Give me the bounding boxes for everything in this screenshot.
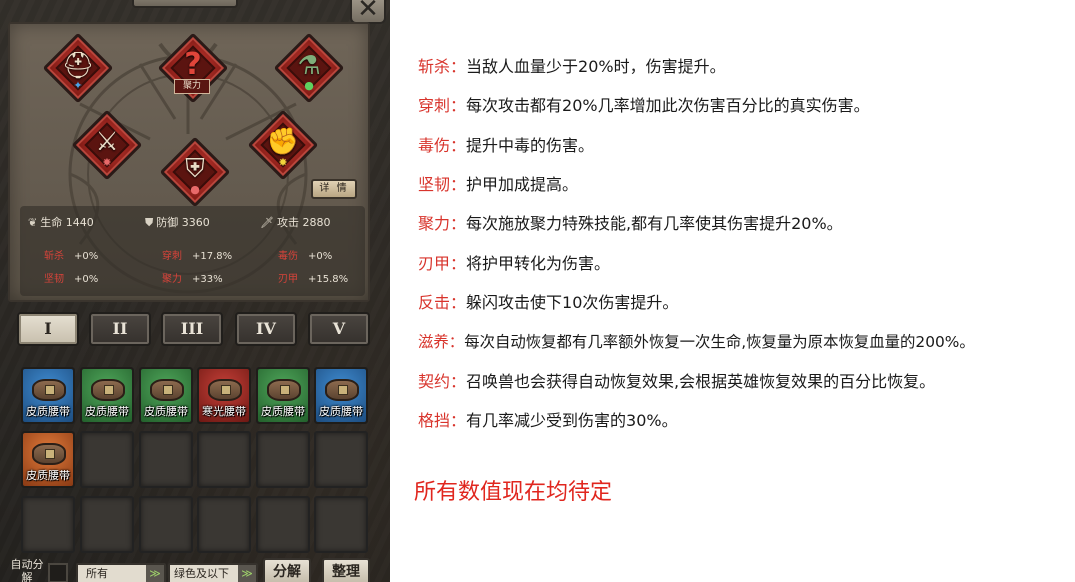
desc-line-counter: 反击：躲闪攻击使下10次伤害提升。 — [418, 293, 679, 312]
inventory-item[interactable]: 皮质腰带 — [256, 367, 310, 424]
inventory-slot[interactable] — [80, 496, 134, 553]
green-drop-icon: ● — [304, 79, 314, 92]
window-title-tab — [132, 0, 238, 8]
tier-tab-2[interactable]: II — [89, 312, 151, 346]
game-panel: ✕ ⛑ ✦ ? 聚力 ⚗ ● ⚔ ✸ ✊ ✸ ⛨ ● 详 情 ❦生命 1440 — [0, 0, 390, 582]
sub-stat-execute: 斩杀 +0% — [44, 251, 99, 262]
filter-quality-dropdown[interactable]: 绿色及以下 ≫ — [168, 563, 258, 582]
sub-stat-toughness: 坚韧 +0% — [44, 274, 99, 285]
auto-decompose-checkbox[interactable] — [48, 563, 68, 582]
inventory-item[interactable]: 皮质腰带 — [139, 367, 193, 424]
inventory-slot[interactable] — [21, 496, 75, 553]
yellow-spark-icon: ✸ — [278, 156, 288, 169]
auto-decompose-label: 自动分解 — [10, 558, 44, 582]
tier-tab-3[interactable]: III — [161, 312, 223, 346]
inventory-slot[interactable] — [314, 431, 368, 488]
stats-panel: ❦ 生命 1440 ⛊ 防御 3360 🗡 攻击 2880 斩杀 +0% 穿刺 +17.8… — [20, 206, 365, 296]
belt-icon — [32, 443, 66, 465]
blue-gem-icon: ✦ — [73, 79, 83, 92]
belt-icon — [267, 379, 301, 401]
tier-tab-1[interactable]: I — [17, 312, 79, 346]
tier-tab-4[interactable]: IV — [235, 312, 297, 346]
inventory-slot[interactable] — [256, 496, 310, 553]
desc-line-contract: 契约：召唤兽也会获得自动恢复效果,会根据英雄恢复效果的百分比恢复。 — [418, 372, 936, 391]
notice-text: 所有数值现在均待定 — [414, 480, 613, 505]
stat-defense: ⛊ 防御 3360 — [145, 216, 210, 229]
desc-line-toughness: 坚韧：护甲加成提高。 — [418, 175, 579, 194]
red-spark-icon: ✸ — [102, 156, 112, 169]
inventory-item[interactable]: 皮质腰带 — [314, 367, 368, 424]
inventory-slot[interactable] — [139, 431, 193, 488]
details-button[interactable]: 详 情 — [311, 179, 357, 199]
desc-line-execute: 斩杀：当敌人血量少于20%时，伤害提升。 — [418, 57, 726, 76]
decompose-button[interactable]: 分解 — [263, 558, 311, 582]
desc-line-block: 格挡：有几率减少受到伤害的30%。 — [418, 411, 678, 430]
inventory-slot[interactable] — [80, 431, 134, 488]
close-icon: ✕ — [357, 0, 379, 24]
inventory-item[interactable]: 皮质腰带 — [80, 367, 134, 424]
desc-line-focus: 聚力：每次施放聚力特殊技能,都有几率使其伤害提升20%。 — [418, 214, 843, 233]
stat-attack: 🗡 攻击 2880 — [260, 216, 331, 229]
inventory-slot[interactable] — [139, 496, 193, 553]
sub-stat-blade-armor: 刃甲 +15.8% — [278, 274, 349, 285]
sort-button[interactable]: 整理 — [322, 558, 370, 582]
belt-icon — [32, 379, 66, 401]
inventory-slot[interactable] — [197, 496, 251, 553]
filter-all-dropdown[interactable]: 所有 ≫ — [76, 563, 166, 582]
tier-tab-5[interactable]: V — [308, 312, 370, 346]
desc-line-blade-armor: 刃甲：将护甲转化为伤害。 — [418, 254, 611, 273]
belt-icon — [150, 379, 184, 401]
belt-icon — [91, 379, 125, 401]
inventory-item[interactable]: 皮质腰带 — [21, 367, 75, 424]
heart-icon: ❦ — [28, 216, 38, 229]
desc-line-poison: 毒伤：提升中毒的伤害。 — [418, 136, 595, 155]
shield-icon: ⛊ — [145, 216, 154, 229]
chevron-down-icon: ≫ — [238, 565, 256, 582]
focus-label: 聚力 — [174, 79, 210, 94]
inventory-item[interactable]: 寒光腰带 — [197, 367, 251, 424]
desc-line-nourish: 滋养：每次自动恢复都有几率额外恢复一次生命,恢复量为原本恢复血量的200%。 — [418, 333, 975, 351]
inventory-slot[interactable] — [256, 431, 310, 488]
belt-icon — [325, 379, 359, 401]
chevron-down-icon: ≫ — [146, 565, 164, 582]
sub-stat-focus: 聚力 +33% — [162, 274, 223, 285]
inventory-slot[interactable] — [314, 496, 368, 553]
belt-icon — [208, 379, 242, 401]
inventory-slot[interactable] — [197, 431, 251, 488]
sword-icon: 🗡 — [260, 216, 274, 229]
sub-stat-pierce: 穿刺 +17.8% — [162, 251, 233, 262]
stat-hp: ❦ 生命 1440 — [28, 216, 94, 229]
close-button[interactable]: ✕ — [350, 0, 386, 24]
inventory-item[interactable]: 皮质腰带 — [21, 431, 75, 488]
desc-line-pierce: 穿刺：每次攻击都有20%几率增加此次伤害百分比的真实伤害。 — [418, 96, 870, 115]
red-drop-icon: ● — [190, 183, 200, 196]
sub-stat-poison: 毒伤 +0% — [278, 251, 333, 262]
